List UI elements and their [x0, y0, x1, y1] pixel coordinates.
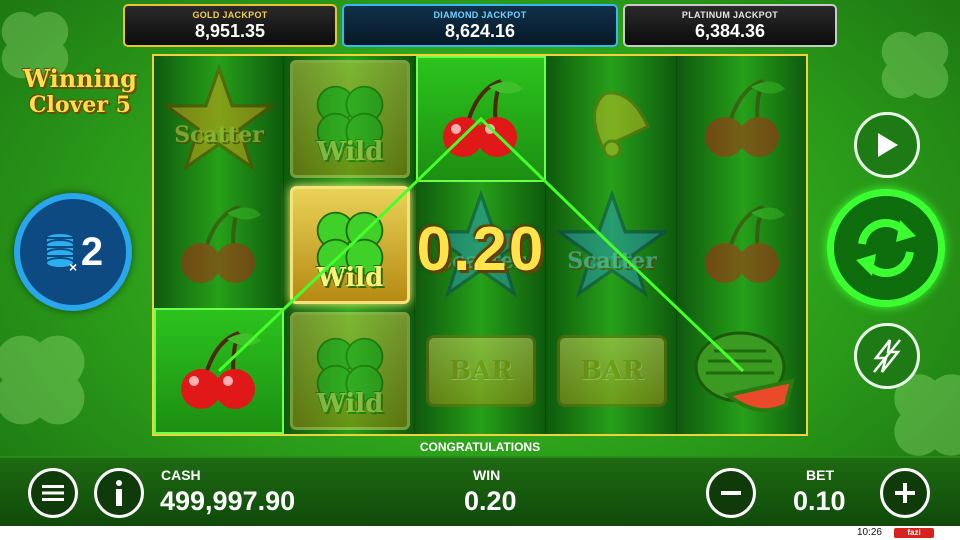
multiplier-badge: × 2 [14, 193, 132, 311]
brand-logo: fazi [894, 528, 934, 538]
status-message: CONGRATULATIONS [419, 440, 541, 454]
play-icon [878, 133, 898, 157]
background-clover-icon [0, 335, 85, 425]
spin-arrows-icon [856, 218, 916, 278]
win-value: 0.20 [464, 486, 517, 516]
platinum-jackpot-panel: PLATINUM JACKPOT 6,384.36 [623, 4, 837, 47]
menu-button[interactable] [28, 468, 78, 518]
gold-jackpot-panel: GOLD JACKPOT 8,951.35 [123, 4, 337, 47]
bet-value: 0.10 [793, 486, 846, 516]
info-icon [116, 480, 122, 506]
gold-jackpot-label: GOLD JACKPOT [192, 10, 268, 20]
logo-line-2: Clover 5 [29, 92, 131, 118]
clock: 10:26 [856, 527, 882, 538]
spin-button[interactable] [827, 189, 945, 307]
turbo-button[interactable] [854, 323, 920, 389]
autoplay-button[interactable] [854, 112, 920, 178]
decrease-bet-button[interactable] [706, 468, 756, 518]
win-label: WIN [473, 467, 501, 483]
info-button[interactable] [94, 468, 144, 518]
gold-jackpot-value: 8,951.35 [194, 21, 266, 41]
win-amount-overlay: 0.20 [416, 215, 546, 284]
cash-label: CASH [161, 467, 201, 483]
coin-stack-icon: × [44, 232, 77, 274]
platinum-jackpot-value: 6,384.36 [694, 21, 766, 41]
plus-icon [895, 483, 915, 503]
cash-value: 499,997.90 [160, 486, 296, 516]
platinum-jackpot-label: PLATINUM JACKPOT [681, 10, 779, 20]
lightning-icon [873, 339, 901, 373]
logo-line-1: Winning [23, 64, 137, 93]
system-status-strip: 10:26 fazi [0, 526, 960, 540]
background-clover-icon [881, 31, 949, 99]
game-logo: Winning Clover 5 [10, 64, 150, 119]
svg-text:×: × [69, 259, 77, 274]
menu-icon [42, 485, 64, 501]
diamond-jackpot-panel: DIAMOND JACKPOT 8,624.16 [342, 4, 618, 47]
bottom-bar: CASH 499,997.90 WIN 0.20 BET 0.10 [0, 456, 960, 526]
diamond-jackpot-label: DIAMOND JACKPOT [433, 10, 527, 20]
multiplier-value: 2 [80, 229, 104, 274]
bet-label: BET [806, 467, 834, 483]
diamond-jackpot-value: 8,624.16 [444, 21, 516, 41]
minus-icon [721, 491, 741, 495]
increase-bet-button[interactable] [880, 468, 930, 518]
